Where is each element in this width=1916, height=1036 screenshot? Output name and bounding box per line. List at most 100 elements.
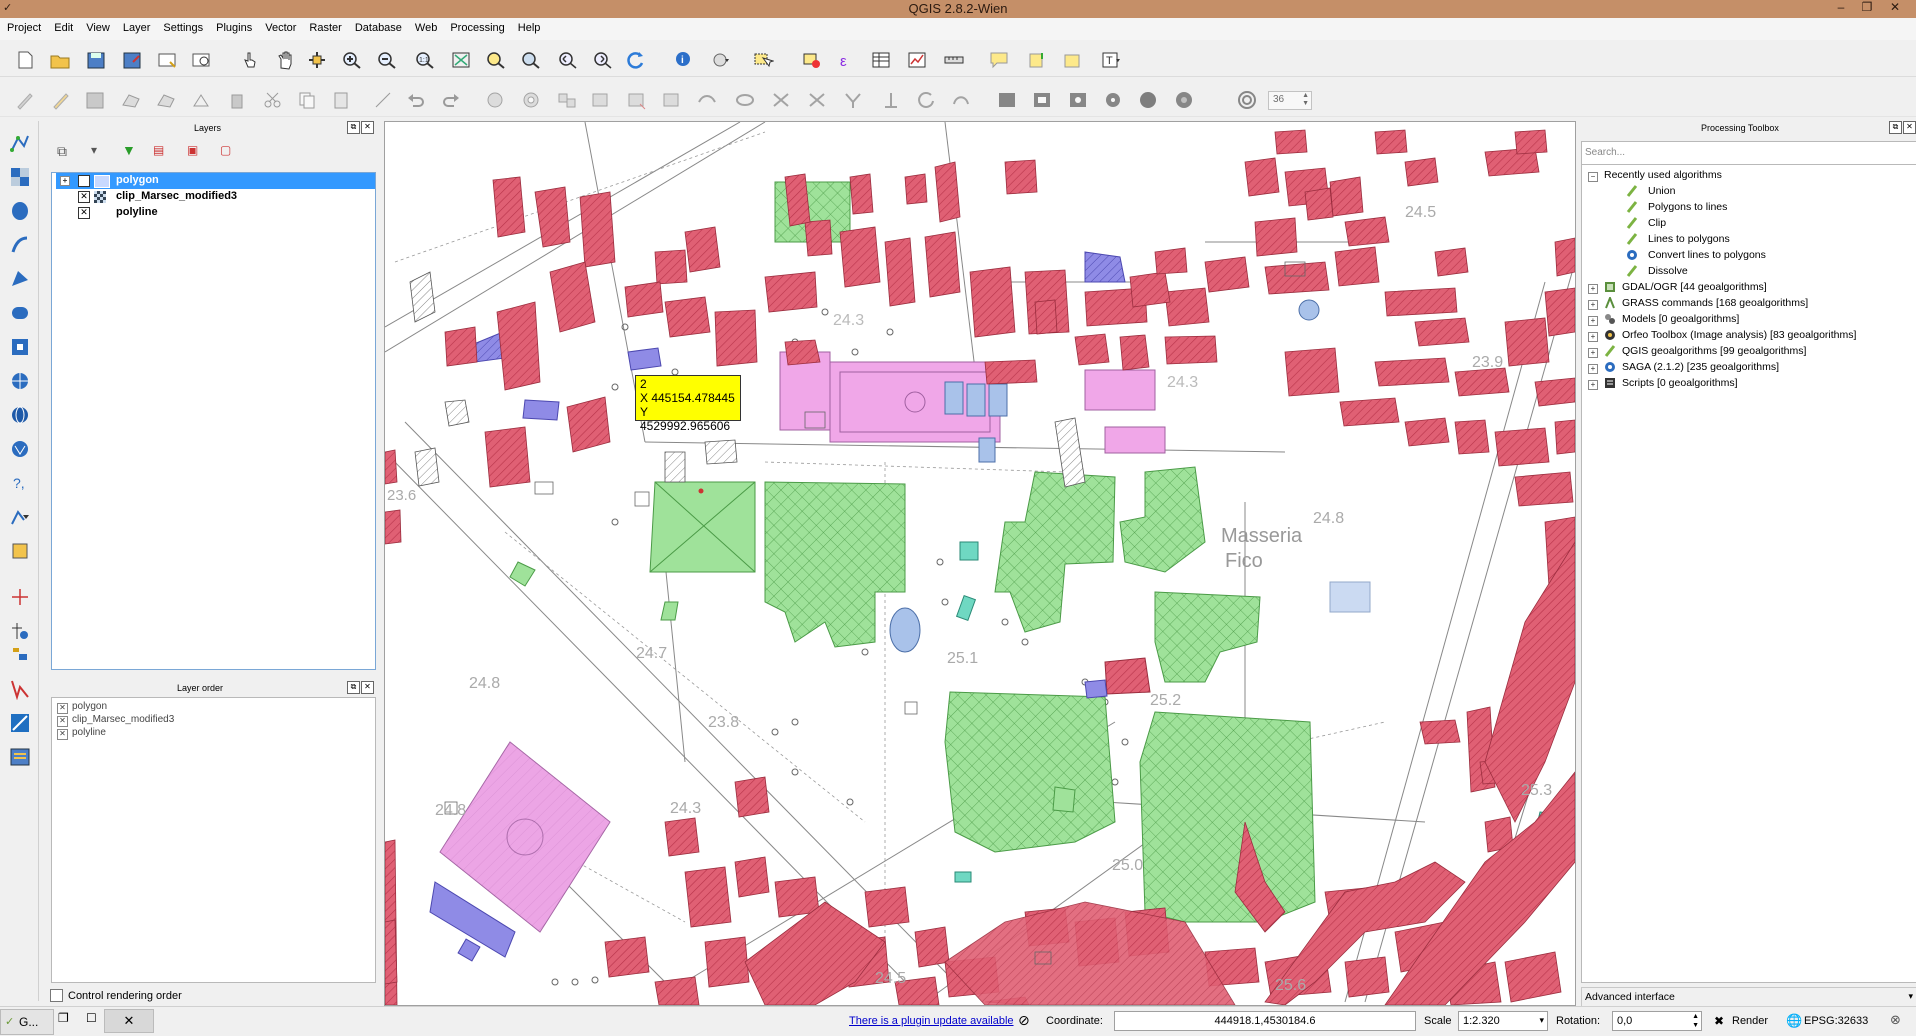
select-feature-icon[interactable] — [752, 50, 775, 70]
add-mssql-layer-icon[interactable] — [9, 268, 31, 290]
digitize-icon[interactable] — [373, 90, 395, 110]
composer-manager-icon[interactable] — [190, 50, 212, 70]
simplify-icon[interactable] — [484, 90, 506, 110]
show-bookmarks-icon[interactable] — [1061, 50, 1083, 70]
maximize-mini-icon[interactable]: ☐ — [86, 1011, 97, 1025]
spin-arrows-icon[interactable]: ▲ ▼ — [1302, 92, 1309, 108]
float-panel-icon[interactable]: ⧉ — [347, 681, 360, 694]
expand-icon[interactable]: + — [1588, 300, 1598, 310]
scale-combobox[interactable]: 1:2.320 ▾ — [1458, 1011, 1548, 1031]
minimize-button[interactable]: – — [1828, 0, 1854, 16]
text-annotation-icon[interactable]: T — [1100, 50, 1122, 70]
add-wfs-layer-icon[interactable] — [9, 438, 31, 460]
control-rendering-checkbox[interactable] — [50, 989, 63, 1002]
render-checkbox[interactable]: ✖ — [1714, 1014, 1724, 1028]
raster-tool-3-icon[interactable] — [1067, 90, 1089, 110]
new-spatialite-layer-icon[interactable] — [9, 540, 31, 562]
expand-icon[interactable]: + — [1588, 316, 1598, 326]
expand-all-icon[interactable]: ▤ — [153, 143, 164, 157]
map-canvas[interactable]: 24.3 24.3 24.7 24.8 23.8 24.3 25.1 25.2 … — [384, 121, 1576, 1006]
algorithm-item[interactable]: Convert lines to polygons — [1648, 249, 1766, 261]
move-feature-icon[interactable] — [155, 90, 177, 110]
add-virtual-layer-icon[interactable] — [9, 678, 31, 701]
restore-button[interactable]: ❐ — [1854, 0, 1880, 16]
taskbar-app-button[interactable]: ✓ G... — [0, 1009, 54, 1035]
split-parts-icon[interactable] — [806, 90, 828, 110]
algorithm-item[interactable]: Polygons to lines — [1648, 201, 1727, 213]
map-tips-icon[interactable] — [988, 50, 1010, 70]
zoom-to-layer-icon[interactable] — [520, 50, 542, 70]
current-edits-icon[interactable] — [14, 90, 36, 110]
menu-vector[interactable]: Vector — [258, 18, 302, 34]
add-db2-layer-icon[interactable] — [9, 336, 31, 358]
menu-view[interactable]: View — [79, 18, 116, 34]
filter-icon[interactable]: ▼ — [122, 142, 136, 158]
merge-attributes-icon[interactable] — [880, 90, 902, 110]
add-delimited-text-icon[interactable]: ?, — [9, 472, 31, 494]
split-features-icon[interactable] — [770, 90, 792, 110]
measure-line-icon[interactable] — [943, 50, 965, 70]
new-print-composer-icon[interactable] — [156, 50, 178, 70]
expand-icon[interactable]: + — [1588, 332, 1598, 342]
restore-mini-icon[interactable]: ❐ — [58, 1011, 69, 1025]
attribute-table-icon[interactable] — [870, 50, 892, 70]
menu-settings[interactable]: Settings — [156, 18, 209, 34]
refresh-icon[interactable] — [625, 50, 647, 70]
crs-status[interactable]: EPSG:32633 — [1804, 1015, 1868, 1027]
close-panel-icon[interactable]: ✕ — [361, 681, 374, 694]
menu-edit[interactable]: Edit — [47, 18, 79, 34]
delete-selected-icon[interactable] — [226, 90, 248, 110]
georeferencer-icon[interactable] — [9, 620, 31, 642]
messages-icon[interactable]: ⊘ — [1018, 1012, 1030, 1029]
add-raster-layer-icon[interactable] — [9, 166, 31, 188]
layer-visibility-checkbox[interactable]: ✕ — [78, 207, 90, 219]
measure-dropdown-icon[interactable] — [710, 50, 732, 70]
reshape-icon[interactable] — [696, 90, 718, 110]
provider-item[interactable]: Orfeo Toolbox (Image analysis) [83 geoal… — [1622, 329, 1856, 341]
expand-icon[interactable]: + — [1588, 284, 1598, 294]
order-checkbox[interactable]: ✕ — [57, 716, 68, 727]
statistics-icon[interactable] — [906, 50, 928, 70]
layer-visibility-checkbox[interactable]: ✕ — [78, 191, 90, 203]
add-ring-icon[interactable] — [520, 90, 542, 110]
interface-mode-select[interactable]: Advanced interface ▾ — [1581, 987, 1916, 1007]
manage-visibility-icon[interactable]: ⧉ — [57, 143, 67, 160]
menu-layer[interactable]: Layer — [116, 18, 157, 34]
open-project-icon[interactable] — [49, 50, 71, 70]
raster-tool-2-icon[interactable] — [1031, 90, 1053, 110]
rotate-feature-icon[interactable] — [950, 90, 972, 110]
crs-globe-icon[interactable]: 🌐 — [1786, 1013, 1802, 1029]
order-row[interactable]: ✕ clip_Marsec_modified3 — [57, 714, 174, 727]
save-as-icon[interactable] — [121, 50, 143, 70]
menu-database[interactable]: Database — [348, 18, 408, 34]
raster-tool-6-icon[interactable] — [1173, 90, 1195, 110]
close-panel-icon[interactable]: ✕ — [1903, 121, 1916, 134]
spin-arrows-icon[interactable]: ▲ ▼ — [1692, 1012, 1699, 1030]
delete-part-icon[interactable] — [661, 90, 683, 110]
add-wfs-icon[interactable] — [9, 746, 31, 768]
layer-row-polygon[interactable]: + ✕ polygon — [56, 173, 375, 189]
identify-icon[interactable]: i — [673, 50, 695, 70]
expand-icon[interactable]: + — [1588, 364, 1598, 374]
processing-search-input[interactable]: Search... — [1581, 141, 1916, 165]
collapse-all-icon[interactable]: ▣ — [187, 143, 198, 157]
snapping-spinbox[interactable]: 36 ▲ ▼ — [1268, 91, 1312, 110]
menu-plugins[interactable]: Plugins — [209, 18, 258, 34]
close-mini-button[interactable]: ✕ — [104, 1009, 154, 1033]
snapping-icon[interactable] — [1236, 90, 1258, 110]
menu-help[interactable]: Help — [511, 18, 547, 34]
add-vector-layer-icon[interactable] — [9, 132, 31, 154]
merge-features-icon[interactable] — [842, 90, 864, 110]
new-shapefile-icon[interactable] — [9, 506, 31, 528]
menu-processing[interactable]: Processing — [443, 18, 510, 34]
float-panel-icon[interactable]: ⧉ — [347, 121, 360, 134]
provider-item[interactable]: GDAL/OGR [44 geoalgorithms] — [1622, 281, 1767, 293]
filter-legend-icon[interactable]: ▾ — [91, 143, 97, 157]
paste-features-icon[interactable] — [330, 90, 352, 110]
expand-icon[interactable]: + — [60, 176, 70, 186]
delete-ring-icon[interactable] — [626, 90, 648, 110]
rotate-point-icon[interactable] — [916, 90, 938, 110]
add-crosshair-icon[interactable] — [9, 586, 31, 608]
add-part-icon[interactable] — [556, 90, 578, 110]
close-panel-icon[interactable]: ✕ — [361, 121, 374, 134]
